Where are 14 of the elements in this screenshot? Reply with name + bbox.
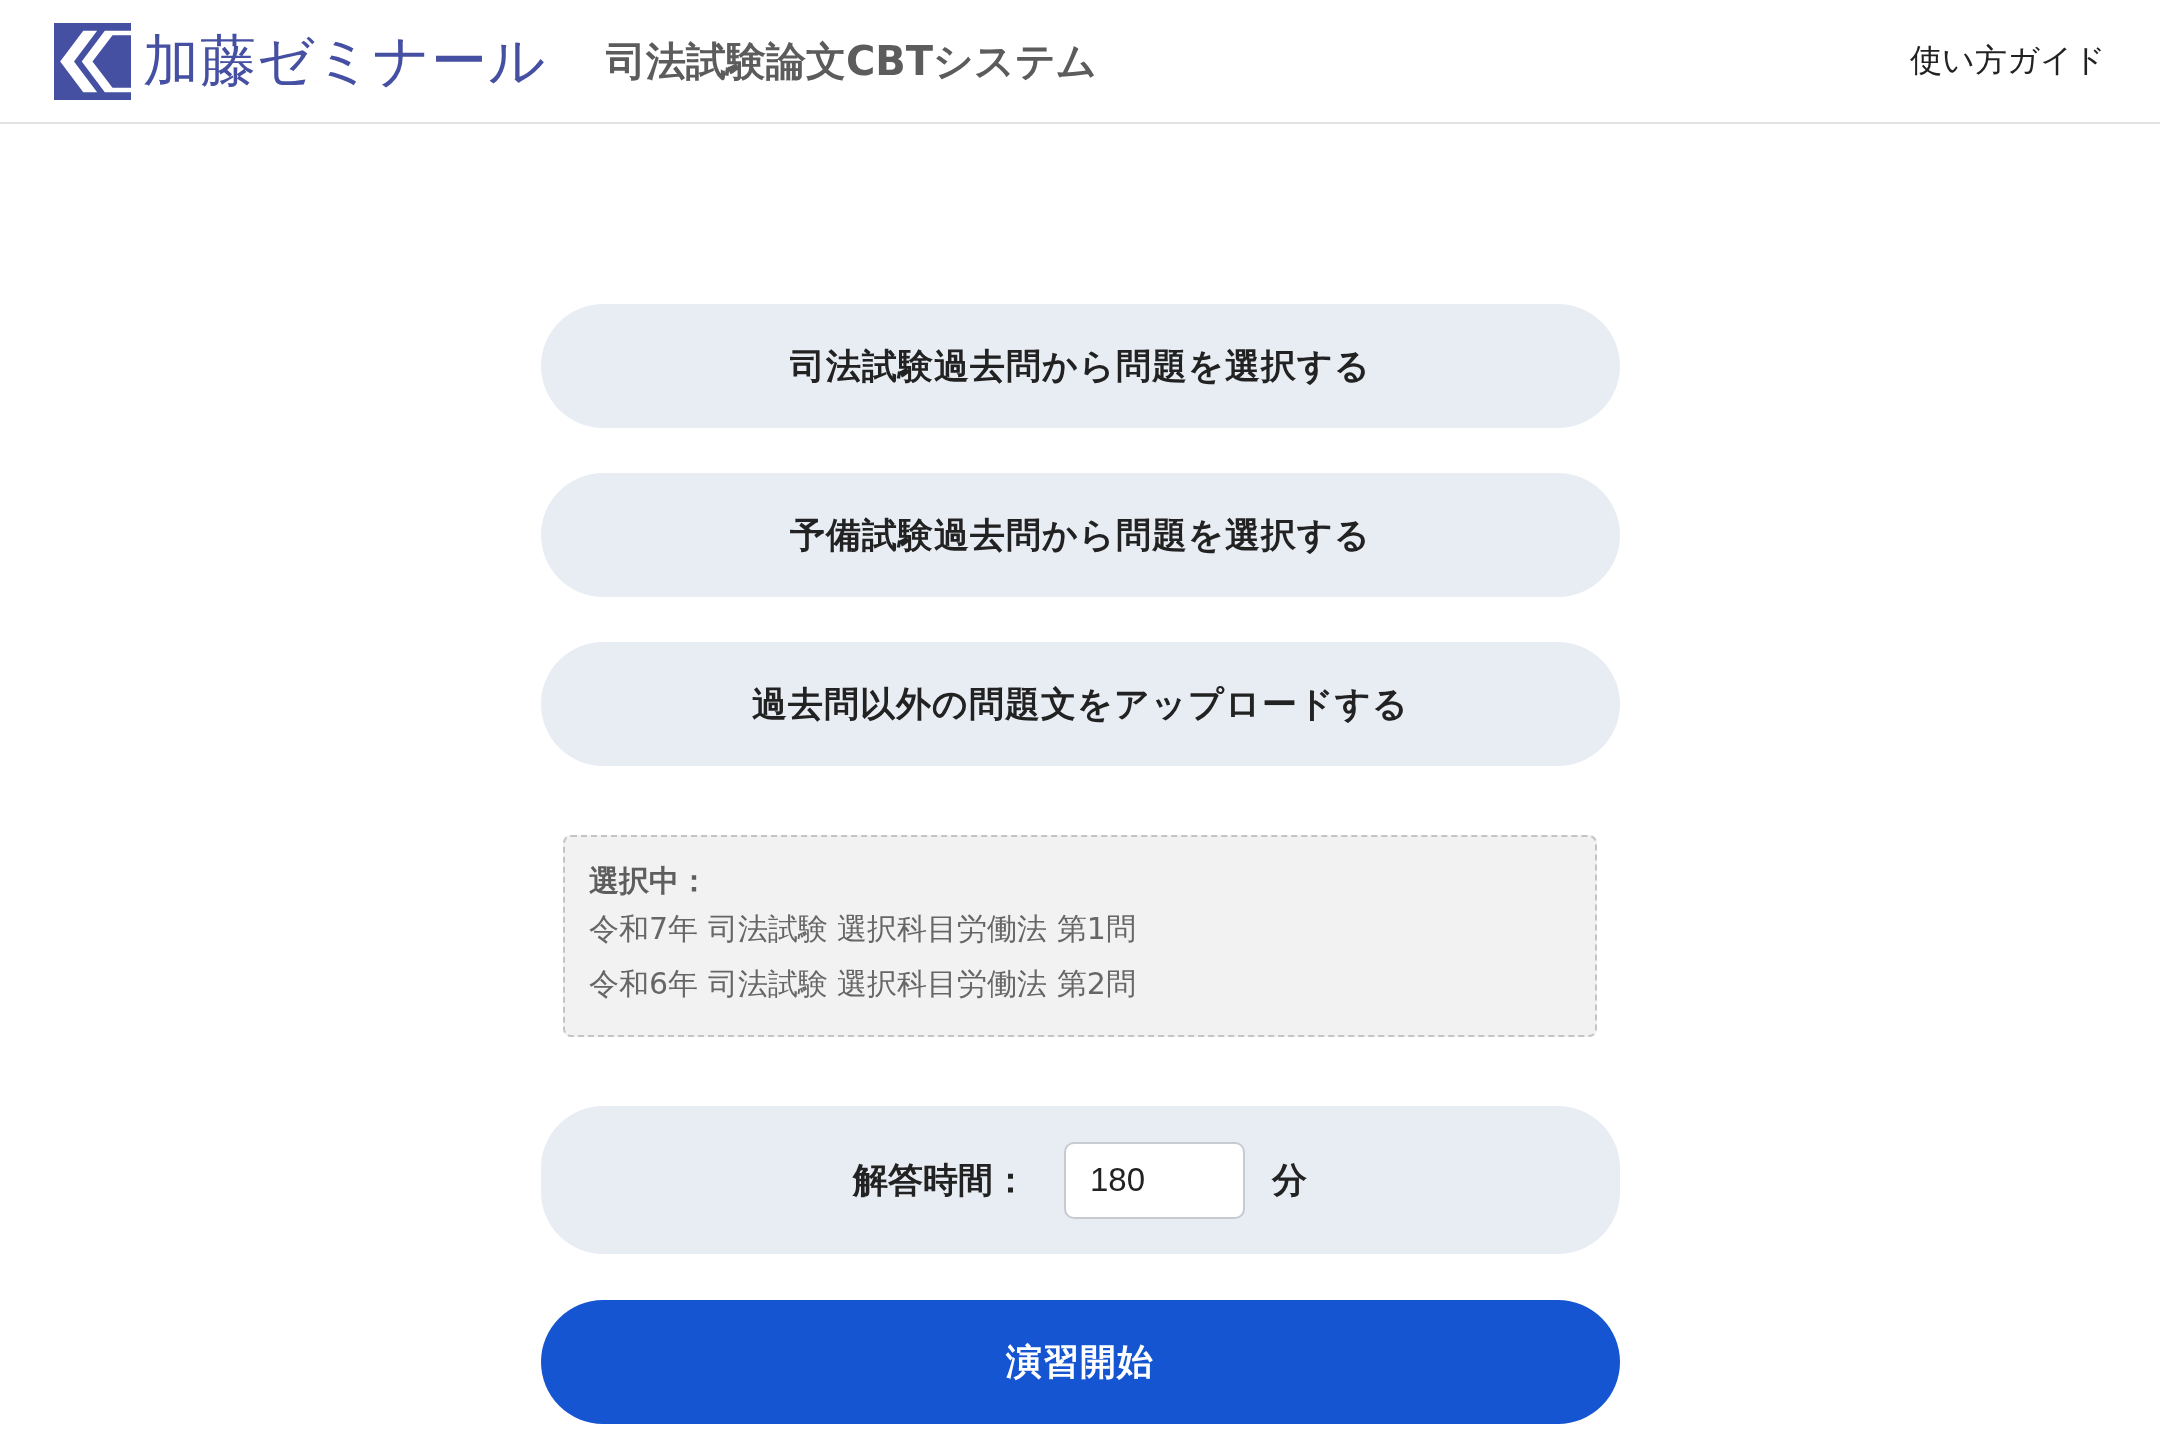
logo-icon	[54, 22, 131, 100]
app-title: 司法試験論文CBTシステム	[606, 37, 1098, 85]
start-button[interactable]: 演習開始	[540, 1300, 1620, 1424]
question-source-button[interactable]: 過去問以外の問題文をアップロードする	[540, 642, 1620, 766]
selected-question: 令和6年 司法試験 選択科目労働法 第2問	[589, 965, 1136, 1003]
answer-time-field[interactable]: 180	[1064, 1141, 1245, 1219]
minutes-unit-label: 分	[1272, 1158, 1307, 1202]
logo-text: 加藤ゼミナール	[143, 27, 546, 95]
question-source-button[interactable]: 予備試験過去問から問題を選択する	[540, 473, 1620, 597]
answer-time-label: 解答時間：	[853, 1158, 1028, 1202]
guide-link[interactable]: 使い方ガイド	[1910, 40, 2106, 82]
selected-question: 令和7年 司法試験 選択科目労働法 第1問	[589, 910, 1136, 948]
question-source-button[interactable]: 司法試験過去問から問題を選択する	[540, 304, 1620, 428]
selection-label: 選択中：	[589, 862, 709, 900]
